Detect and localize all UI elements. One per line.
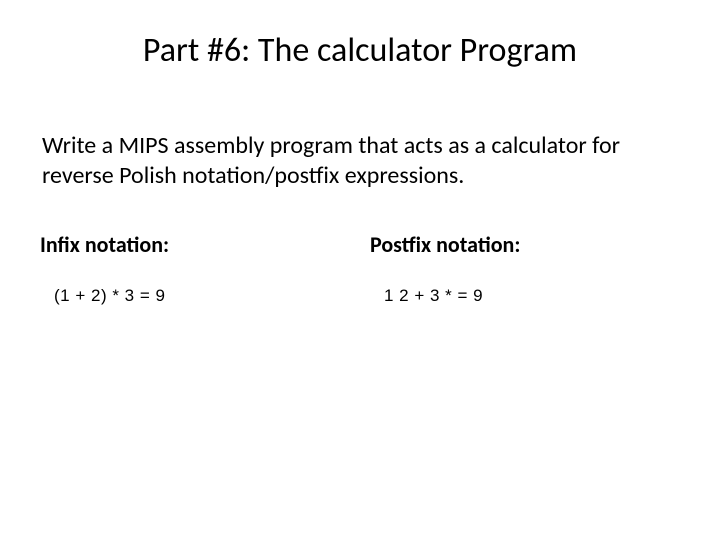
slide-title: Part #6: The calculator Program [40, 30, 680, 71]
infix-example: (1 + 2) * 3 = 9 [40, 286, 350, 306]
column-postfix: Postfix notation: 1 2 + 3 * = 9 [370, 231, 680, 306]
postfix-heading: Postfix notation: [370, 231, 680, 258]
title-suffix: Program [452, 30, 577, 71]
title-prefix: Part #6: The [143, 30, 317, 71]
postfix-example: 1 2 + 3 * = 9 [370, 286, 680, 306]
columns: Infix notation: (1 + 2) * 3 = 9 Postfix … [40, 231, 680, 306]
slide: Part #6: The calculator Program Write a … [0, 0, 720, 540]
body-text: Write a MIPS assembly program that acts … [40, 131, 680, 191]
column-infix: Infix notation: (1 + 2) * 3 = 9 [40, 231, 350, 306]
title-emph: calculator [317, 30, 452, 71]
infix-heading: Infix notation: [40, 231, 350, 258]
